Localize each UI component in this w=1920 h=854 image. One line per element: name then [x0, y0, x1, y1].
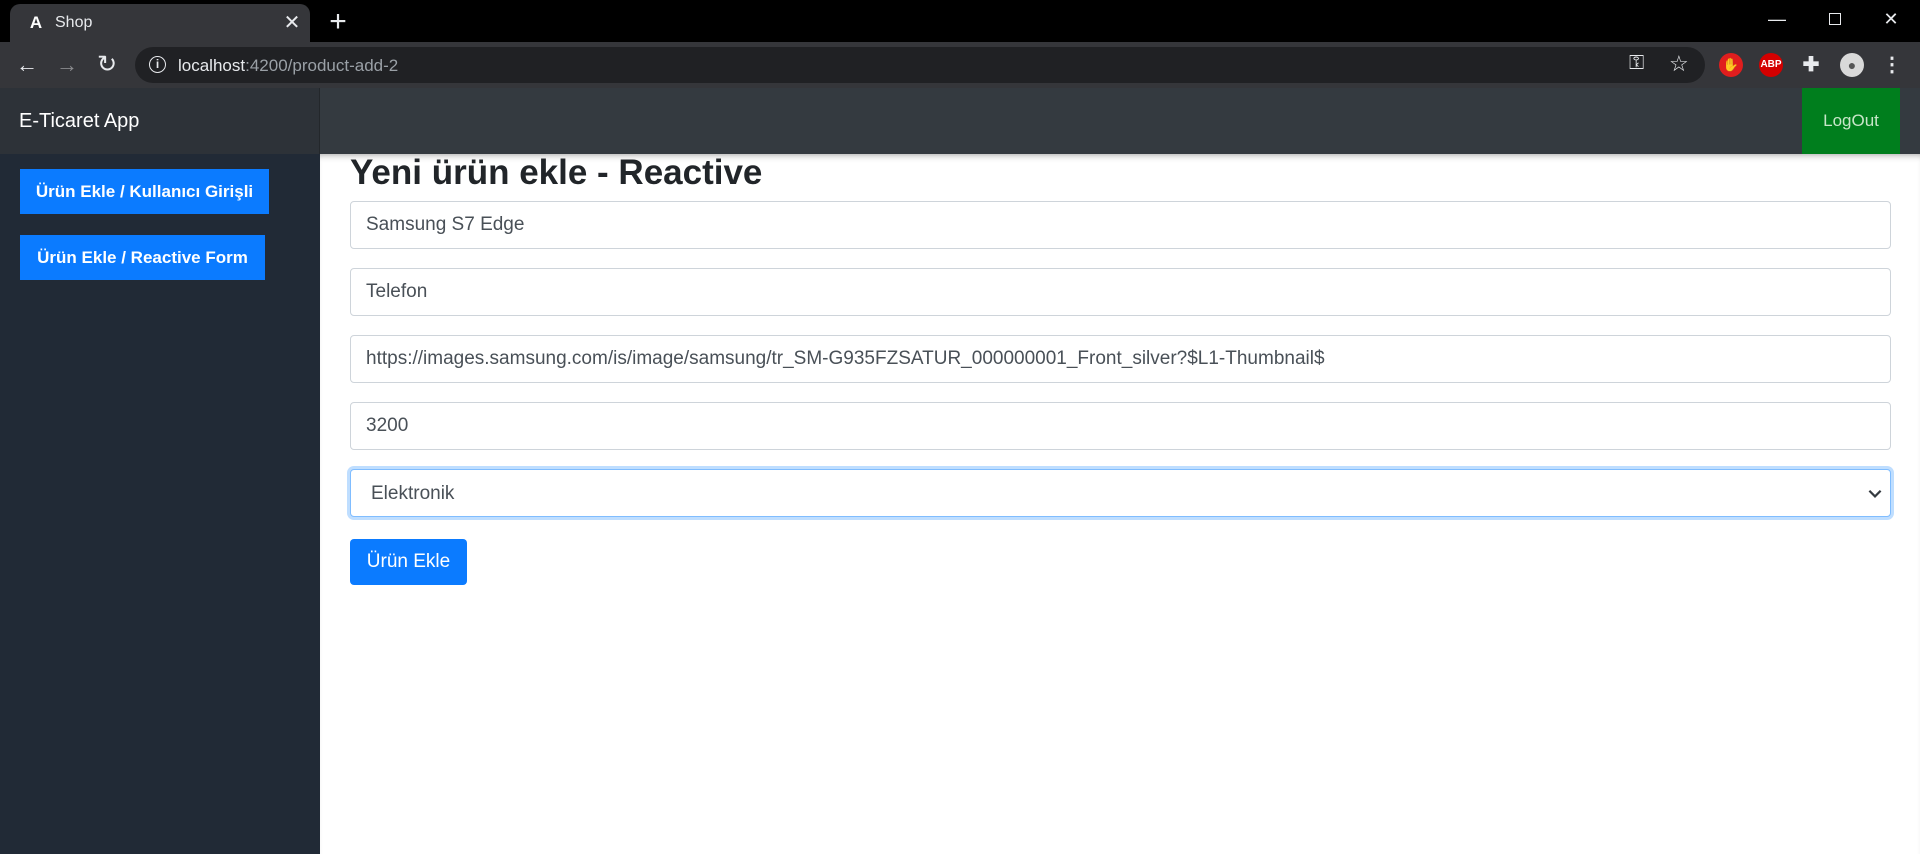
browser-tab[interactable]: A Shop ✕ [10, 4, 310, 42]
category-selected-value: Elektronik [371, 483, 455, 504]
password-key-icon[interactable]: ⚿ [1629, 52, 1644, 75]
address-bar[interactable]: i localhost:4200/product-add-2 ⚿ ☆ [135, 47, 1705, 83]
reload-button[interactable]: ↻ [92, 50, 122, 80]
url-text[interactable]: localhost:4200/product-add-2 [178, 56, 398, 76]
app-header: E-Ticaret App LogOut [0, 88, 1920, 154]
browser-tab-strip: A Shop ✕ + — ✕ [0, 0, 1920, 42]
sidebar-item-product-add-login[interactable]: Ürün Ekle / Kullanıcı Girişli [20, 169, 269, 214]
minimize-window-button[interactable]: — [1748, 0, 1806, 38]
product-image-url-input[interactable] [350, 335, 1891, 383]
tab-title: Shop [55, 14, 93, 31]
logout-button[interactable]: LogOut [1802, 88, 1900, 154]
main-content: Yeni ürün ekle - Reactive Elektronik Ürü… [320, 153, 1920, 854]
restore-icon [1829, 13, 1841, 25]
add-product-button[interactable]: Ürün Ekle [350, 539, 467, 585]
close-window-button[interactable]: ✕ [1862, 0, 1920, 38]
sidebar: Ürün Ekle / Kullanıcı Girişli Ürün Ekle … [0, 154, 320, 854]
new-tab-button[interactable]: + [322, 6, 354, 38]
sidebar-item-product-add-reactive[interactable]: Ürün Ekle / Reactive Form [20, 235, 265, 280]
browser-toolbar: ← → ↻ i localhost:4200/product-add-2 ⚿ ☆… [0, 42, 1920, 88]
app-brand[interactable]: E-Ticaret App [19, 110, 139, 133]
brand-area: E-Ticaret App [0, 88, 320, 154]
angular-favicon-icon: A [29, 13, 43, 32]
back-button[interactable]: ← [12, 50, 42, 80]
product-name-input[interactable] [350, 201, 1891, 249]
forward-button[interactable]: → [52, 50, 82, 80]
close-tab-icon[interactable]: ✕ [280, 11, 304, 35]
extensions-puzzle-icon[interactable]: ✚ [1799, 53, 1823, 77]
browser-menu-icon[interactable]: ⋮ [1880, 53, 1904, 77]
site-info-icon[interactable]: i [149, 56, 166, 73]
chevron-down-icon [1868, 489, 1882, 498]
category-select[interactable]: Elektronik [350, 469, 1891, 517]
bookmark-star-icon[interactable]: ☆ [1669, 51, 1689, 77]
profile-avatar[interactable]: ● [1840, 53, 1864, 77]
adblock-extension-icon[interactable]: ✋ [1719, 53, 1743, 77]
restore-window-button[interactable] [1806, 0, 1864, 38]
product-price-input[interactable] [350, 402, 1891, 450]
page-title: Yeni ürün ekle - Reactive [350, 153, 763, 192]
product-description-input[interactable] [350, 268, 1891, 316]
adblock-plus-extension-icon[interactable]: ABP [1759, 53, 1783, 77]
